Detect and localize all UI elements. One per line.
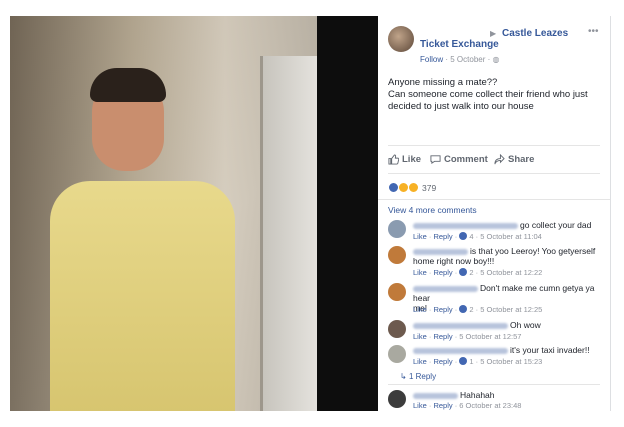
divider [388,384,600,385]
like-label: Like [402,154,422,165]
comment-reply-link[interactable]: Reply [433,268,452,277]
comment-reply-link[interactable]: Reply [433,401,452,410]
share-button[interactable]: Share [494,154,534,165]
comment-text: Oh wow [510,320,541,330]
comment-time[interactable]: 6 October at 23:48 [459,401,521,410]
comment-like-link[interactable]: Like [413,232,427,241]
commenter-name[interactable] [413,285,478,292]
commenter-avatar[interactable] [388,390,406,408]
reply-count: 1 Reply [408,372,437,381]
wow-reaction-icon [408,182,419,193]
comment-text-wrap: go collect your dad [413,220,591,230]
comment-like-count[interactable]: 4 [469,232,473,241]
comment-text: home right now boy!!! [413,256,495,266]
post-photo[interactable] [10,16,317,411]
comment-item: Hahahah Like · Reply · 6 October at 23:4… [388,389,600,411]
comment-reply-link[interactable]: Reply [433,305,452,314]
arrow-right-icon: ▶ [490,29,497,38]
comment-meta: Like · Reply · 2 · 5 October at 12:22 [413,268,543,277]
reactions-summary[interactable]: 379 [388,182,436,193]
comment-like-count[interactable]: 2 [469,268,473,277]
follow-link[interactable]: Follow [420,55,443,64]
comment-like-count[interactable]: 2 [469,305,473,314]
comment-item: go collect your dad Like · Reply · 4 · 5… [388,219,600,244]
more-options-icon[interactable]: ••• [588,26,599,37]
comment-meta: Like · Reply · 4 · 5 October at 11:04 [413,232,542,241]
view-replies-link[interactable]: ↳ 1 Reply [400,372,436,381]
comment-like-count[interactable]: 1 [469,357,473,366]
like-badge-icon [459,357,468,365]
comment-meta: Like · Reply · 6 October at 23:48 [413,401,522,410]
commenter-name[interactable] [413,347,508,354]
commenter-name[interactable] [413,392,458,399]
comment-time[interactable]: 5 October at 12:57 [459,332,521,341]
commenter-name[interactable] [413,248,468,255]
share-icon [494,154,505,165]
post-text-line: Can someone come collect their friend wh… [388,89,588,112]
comment-text: go collect your dad [520,220,592,230]
post-side-panel: ▶ Castle Leazes ••• Ticket Exchange Foll… [378,16,611,411]
comment-time[interactable]: 5 October at 12:22 [480,268,542,277]
like-badge-icon [459,305,468,313]
page-name-link[interactable]: Ticket Exchange [420,39,499,50]
comment-text-wrap: Oh wow [413,320,541,330]
post-date[interactable]: 5 October [450,55,485,64]
photo-viewer-gutter [317,16,378,411]
comment-meta: Like · Reply · 2 · 5 October at 12:25 [413,305,543,314]
commenter-avatar[interactable] [388,345,406,363]
comment-time[interactable]: 5 October at 11:04 [480,232,542,241]
comment-text: Hahahah [460,390,495,400]
commenter-avatar[interactable] [388,246,406,264]
comment-reply-link[interactable]: Reply [433,357,452,366]
commenter-name[interactable] [413,322,508,329]
commenter-name[interactable] [413,222,518,229]
comment-like-link[interactable]: Like [413,401,427,410]
commenter-avatar[interactable] [388,320,406,338]
photo-shower-door [260,56,317,411]
comment-reply-link[interactable]: Reply [433,232,452,241]
like-badge-icon [459,268,468,276]
divider [388,173,600,174]
comment-label: Comment [444,154,488,165]
comment-meta: Like · Reply · 5 October at 12:57 [413,332,522,341]
like-badge-icon [459,232,468,240]
like-button[interactable]: Like [388,154,421,165]
comment-text: is that yoo Leeroy! Yoo getyerself [470,246,596,256]
comment-like-link[interactable]: Like [413,357,427,366]
comment-like-link[interactable]: Like [413,305,427,314]
destination-page-link[interactable]: Castle Leazes [502,28,568,39]
comment-meta: Like · Reply · 1 · 5 October at 15:23 [413,357,543,366]
comment-reply-link[interactable]: Reply [433,332,452,341]
comment-like-link[interactable]: Like [413,332,427,341]
comment-text: it's your taxi invader!! [510,345,590,355]
comment-item: Don't make me cumn getya ya hear me! Like… [388,282,600,316]
comment-like-link[interactable]: Like [413,268,427,277]
comment-text-wrap: Hahahah [413,390,495,400]
commenter-avatar[interactable] [388,283,406,301]
post-text: Anyone missing a mate?? Can someone come… [388,77,600,113]
divider [378,199,610,200]
comment-item: is that yoo Leeroy! Yoo getyerself home r… [388,245,600,280]
comment-icon [430,155,441,165]
globe-icon: ◍ [492,55,500,64]
comment-text-wrap: is that yoo Leeroy! Yoo getyerself home r… [413,246,595,266]
reply-arrow-icon: ↳ [400,372,407,381]
comment-item: it's your taxi invader!! Like · Reply · … [388,344,600,368]
comment-text-wrap: it's your taxi invader!! [413,345,590,355]
comment-button[interactable]: Comment [430,154,488,165]
page-avatar[interactable] [388,26,414,52]
comment-item: Oh wow Like · Reply · 5 October at 12:57 [388,319,600,343]
comment-time[interactable]: 5 October at 12:25 [480,305,542,314]
divider [388,145,600,146]
reaction-count: 379 [422,182,437,193]
view-more-comments-link[interactable]: View 4 more comments [388,205,477,215]
post-text-line: Anyone missing a mate?? [388,77,498,88]
post-meta: Follow · 5 October · ◍ [420,55,500,64]
photo-person-shirt [50,181,235,411]
commenter-avatar[interactable] [388,220,406,238]
photo-person-hair [90,68,166,102]
share-label: Share [508,154,535,165]
thumbs-up-icon [388,154,399,165]
comment-time[interactable]: 5 October at 15:23 [480,357,542,366]
